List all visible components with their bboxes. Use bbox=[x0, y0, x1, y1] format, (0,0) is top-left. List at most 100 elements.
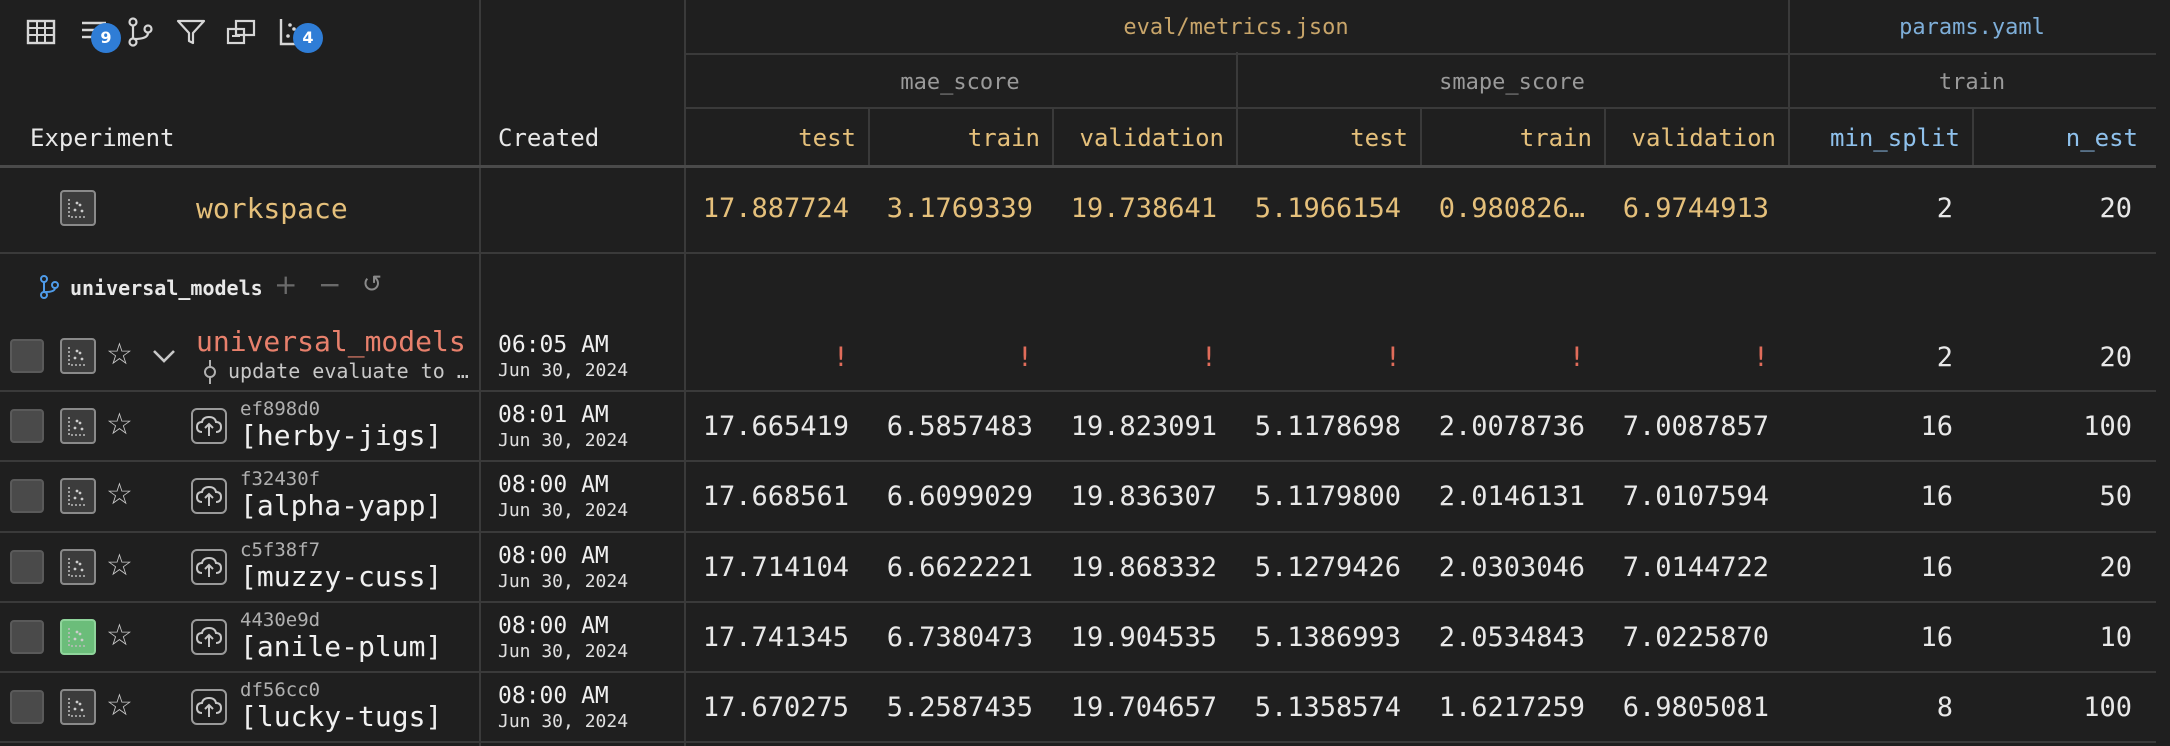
mae-test-value: 17.665419 bbox=[702, 411, 849, 442]
experiment-hash: ef898d0 bbox=[240, 398, 321, 420]
filter-icon[interactable] bbox=[174, 15, 210, 51]
mae-test-value: ! bbox=[832, 342, 849, 373]
plot-toggle[interactable] bbox=[60, 549, 96, 585]
mae-validation-value: 19.868332 bbox=[1070, 552, 1217, 583]
mae-score-group-header: mae_score bbox=[900, 70, 1020, 95]
smape-test-column-header[interactable]: test bbox=[1236, 124, 1408, 152]
parent-commit-name[interactable]: universal_models bbox=[196, 325, 466, 358]
min-split-column-header[interactable]: min_split bbox=[1788, 124, 1960, 152]
min-split-value: 16 bbox=[1920, 411, 1953, 442]
created-time: 08:01 AM bbox=[498, 402, 609, 428]
mae-train-value: 6.7380473 bbox=[886, 622, 1033, 653]
chevron-down-icon[interactable] bbox=[152, 348, 176, 368]
remove-branch-button[interactable]: − bbox=[318, 268, 341, 301]
table-icon[interactable] bbox=[24, 15, 60, 51]
mae-train-column-header[interactable]: train bbox=[868, 124, 1040, 152]
mae-test-value: 17.741345 bbox=[702, 622, 849, 653]
mae-train-value: 6.6622221 bbox=[886, 552, 1033, 583]
plot-toggle[interactable] bbox=[60, 689, 96, 725]
workspace-min-split: 2 bbox=[1936, 193, 1953, 224]
row-divider bbox=[0, 671, 2156, 673]
refresh-branch-icon[interactable]: ↺ bbox=[362, 270, 382, 298]
params-file-header: params.yaml bbox=[1899, 15, 2045, 40]
star-icon[interactable]: ☆ bbox=[106, 688, 133, 723]
mae-validation-value: 19.704657 bbox=[1070, 692, 1217, 723]
star-icon[interactable]: ☆ bbox=[106, 618, 133, 653]
columns-icon[interactable] bbox=[224, 15, 260, 51]
experiment-hash: c5f38f7 bbox=[240, 539, 321, 561]
smape-validation-column-header[interactable]: validation bbox=[1604, 124, 1777, 152]
row-divider bbox=[0, 741, 2156, 743]
smape-test-value: 5.1279426 bbox=[1254, 552, 1401, 583]
row-divider bbox=[0, 252, 2156, 254]
star-icon[interactable]: ☆ bbox=[106, 477, 133, 512]
smape-test-value: 5.1178698 bbox=[1254, 411, 1401, 442]
add-branch-button[interactable]: + bbox=[274, 268, 297, 301]
experiment-name[interactable]: [lucky-tugs] bbox=[240, 700, 442, 733]
created-time: 06:05 AM bbox=[498, 332, 609, 358]
workspace-name[interactable]: workspace bbox=[196, 192, 348, 225]
created-time: 08:00 AM bbox=[498, 613, 609, 639]
cloud-upload-icon[interactable] bbox=[191, 619, 227, 655]
workspace-plot-toggle[interactable] bbox=[60, 190, 96, 226]
smape-validation-value: ! bbox=[1752, 342, 1769, 373]
n-est-column-header[interactable]: n_est bbox=[1972, 124, 2138, 152]
row-checkbox[interactable] bbox=[10, 479, 44, 513]
mae-validation-value: 19.823091 bbox=[1070, 411, 1217, 442]
experiment-name[interactable]: [muzzy-cuss] bbox=[240, 560, 442, 593]
n-est-value: 20 bbox=[2099, 552, 2132, 583]
experiment-column-header[interactable]: Experiment bbox=[30, 124, 175, 152]
row-divider bbox=[0, 601, 2156, 603]
row-checkbox[interactable] bbox=[10, 339, 44, 373]
experiment-name[interactable]: [herby-jigs] bbox=[240, 419, 442, 452]
plot-toggle[interactable] bbox=[60, 408, 96, 444]
header-bottom-border bbox=[0, 165, 2156, 168]
row-divider bbox=[0, 390, 2156, 392]
plot-toggle[interactable] bbox=[60, 338, 96, 374]
row-checkbox[interactable] bbox=[10, 409, 44, 443]
created-date: Jun 30, 2024 bbox=[498, 360, 629, 381]
star-icon[interactable]: ☆ bbox=[106, 407, 133, 442]
workspace-n-est: 20 bbox=[2099, 193, 2132, 224]
created-column-header[interactable]: Created bbox=[498, 124, 599, 152]
smape-train-value: 2.0146131 bbox=[1438, 481, 1585, 512]
smape-train-column-header[interactable]: train bbox=[1420, 124, 1592, 152]
row-divider bbox=[0, 460, 2156, 462]
plots-count-badge: 4 bbox=[293, 23, 323, 53]
created-date: Jun 30, 2024 bbox=[498, 571, 629, 592]
created-date: Jun 30, 2024 bbox=[498, 430, 629, 451]
cloud-upload-icon[interactable] bbox=[191, 408, 227, 444]
star-icon[interactable]: ☆ bbox=[106, 337, 133, 372]
mae-validation-column-header[interactable]: validation bbox=[1052, 124, 1225, 152]
branch-icon[interactable] bbox=[124, 15, 160, 51]
workspace-mae-train: 3.1769339 bbox=[886, 193, 1033, 224]
row-divider bbox=[0, 531, 2156, 533]
branch-icon bbox=[38, 274, 60, 304]
experiment-name[interactable]: [alpha-yapp] bbox=[240, 489, 442, 522]
n-est-value: 100 bbox=[2083, 411, 2132, 442]
smape-test-value: 5.1358574 bbox=[1254, 692, 1401, 723]
smape-validation-value: 7.0144722 bbox=[1622, 552, 1769, 583]
mae-test-column-header[interactable]: test bbox=[684, 124, 856, 152]
mae-train-value: 6.6099029 bbox=[886, 481, 1033, 512]
min-split-value: 16 bbox=[1920, 552, 1953, 583]
min-split-value: 16 bbox=[1920, 622, 1953, 653]
row-checkbox[interactable] bbox=[10, 550, 44, 584]
mae-validation-value: 19.836307 bbox=[1070, 481, 1217, 512]
plot-toggle[interactable] bbox=[60, 478, 96, 514]
created-date: Jun 30, 2024 bbox=[498, 641, 629, 662]
experiment-name[interactable]: [anile-plum] bbox=[240, 630, 442, 663]
plot-toggle[interactable] bbox=[60, 619, 96, 655]
mae-train-value: ! bbox=[1016, 342, 1033, 373]
smape-validation-value: 6.9805081 bbox=[1622, 692, 1769, 723]
row-checkbox[interactable] bbox=[10, 620, 44, 654]
created-date: Jun 30, 2024 bbox=[498, 711, 629, 732]
smape-validation-value: 7.0225870 bbox=[1622, 622, 1769, 653]
commit-message: update evaluate to … bbox=[228, 359, 469, 383]
cloud-upload-icon[interactable] bbox=[191, 549, 227, 585]
cloud-upload-icon[interactable] bbox=[191, 478, 227, 514]
cloud-upload-icon[interactable] bbox=[191, 689, 227, 725]
n-est-value: 10 bbox=[2099, 622, 2132, 653]
row-checkbox[interactable] bbox=[10, 690, 44, 724]
star-icon[interactable]: ☆ bbox=[106, 548, 133, 583]
